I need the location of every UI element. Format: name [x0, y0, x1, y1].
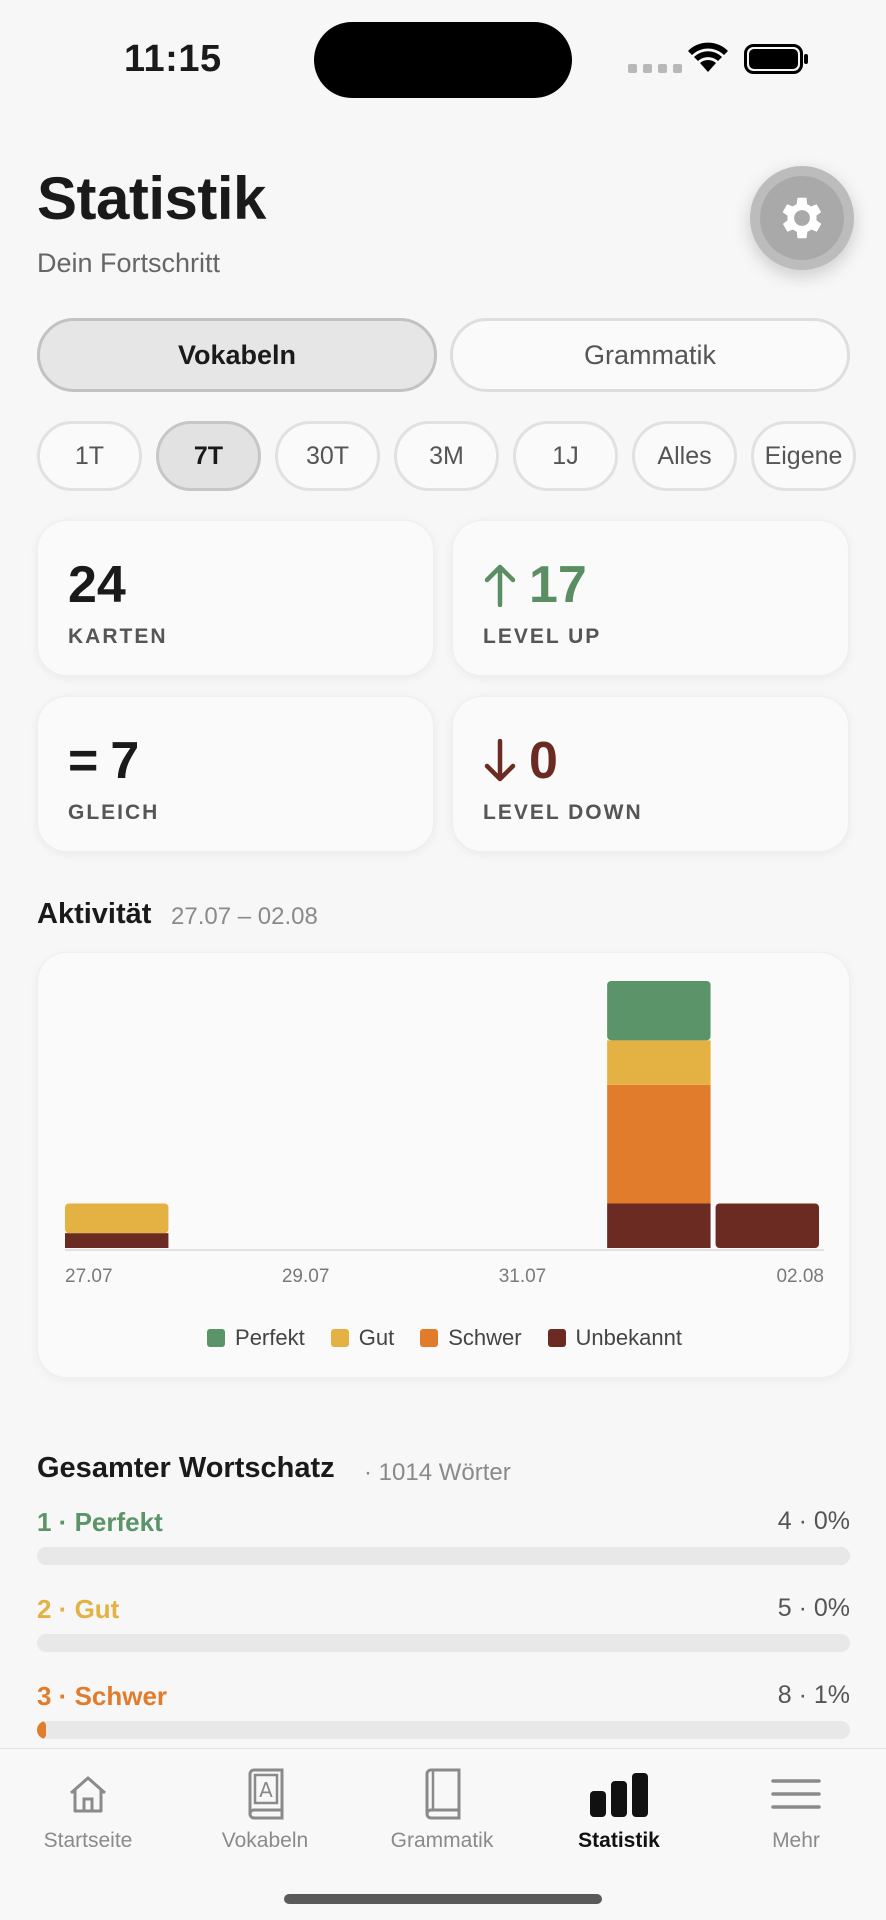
home-icon [70, 1776, 106, 1813]
stat-level-up-value: 17 [529, 556, 587, 614]
bar-chart-icon [590, 1773, 648, 1817]
svg-text:A: A [259, 1778, 273, 1802]
stat-level-down-label: LEVEL DOWN [483, 801, 643, 824]
stat-card-level-down: 0 LEVEL DOWN [452, 696, 849, 852]
range-1j[interactable]: 1J [513, 421, 618, 491]
range-30t[interactable]: 30T [275, 421, 380, 491]
arrow-down-icon [484, 739, 516, 782]
stat-gleich-value: 7 [110, 732, 140, 790]
battery-icon [744, 44, 808, 74]
vocabulary-level-row: 1 · Perfekt 4 · 0% [37, 1507, 850, 1567]
level-progress-track [37, 1721, 850, 1739]
cellular-signal-icon [628, 64, 682, 73]
tab-label: Statistik [578, 1829, 660, 1852]
level-progress-track [37, 1634, 850, 1652]
stat-value: 0 [483, 731, 558, 791]
stat-value: 24 [68, 555, 126, 615]
chart-x-tick-label: 02.08 [776, 1266, 824, 1287]
activity-title: Aktivität [37, 898, 152, 930]
chart-x-tick-label: 29.07 [282, 1266, 330, 1287]
legend-label: Unbekannt [575, 1325, 682, 1350]
stat-value: = 7 [68, 731, 139, 791]
page-title: Statistik [37, 165, 266, 232]
arrow-up-icon [484, 564, 516, 607]
tab-vokabeln[interactable]: A Vokabeln [185, 1749, 345, 1853]
legend-swatch [330, 1329, 349, 1347]
tab-label: Mehr [772, 1829, 820, 1852]
level-progress-fill [37, 1721, 46, 1739]
book-icon [425, 1768, 461, 1820]
chart-bar-unbekannt-02.08 [715, 1203, 819, 1248]
legend-swatch [420, 1329, 439, 1347]
segment-grammatik[interactable]: Grammatik [450, 318, 850, 392]
settings-button[interactable] [750, 166, 854, 270]
chart-legend: Perfekt Gut Schwer Unbekannt [38, 1325, 851, 1351]
range-3m[interactable]: 3M [394, 421, 499, 491]
range-7t[interactable]: 7T [156, 421, 261, 491]
legend-label: Schwer [448, 1325, 522, 1350]
stat-level-up-label: LEVEL UP [483, 625, 602, 648]
vocabulary-count: · 1014 Wörter [364, 1459, 511, 1486]
tab-label: Startseite [43, 1829, 133, 1852]
level-name: 2 · Gut [37, 1594, 120, 1624]
level-name: 1 · Perfekt [37, 1507, 163, 1537]
range-1t[interactable]: 1T [37, 421, 142, 491]
activity-chart: 27.07 29.07 31.07 02.08 Perfekt Gut Schwer Unb… [37, 952, 850, 1378]
activity-date-range: 27.07 – 02.08 [171, 903, 318, 930]
stat-card-gleich: = 7 GLEICH [37, 696, 434, 852]
stat-gleich-label: GLEICH [68, 801, 160, 824]
vocabulary-level-row: 2 · Gut 5 · 0% [37, 1594, 850, 1654]
range-eigene[interactable]: Eigene [751, 421, 856, 491]
chart-x-tick-label: 27.07 [65, 1266, 113, 1287]
tab-mehr[interactable]: Mehr [716, 1749, 876, 1853]
legend-swatch [547, 1329, 566, 1347]
legend-item-unbekannt: Unbekannt [547, 1325, 682, 1351]
chart-bar-gut-27.07 [65, 1203, 169, 1234]
legend-item-gut: Gut [330, 1325, 395, 1351]
legend-label: Gut [358, 1325, 395, 1350]
tab-statistik[interactable]: Statistik [539, 1749, 699, 1853]
level-name: 3 · Schwer [37, 1681, 168, 1711]
stat-card-level-up: 17 LEVEL UP [452, 520, 849, 676]
tab-label: Grammatik [390, 1829, 494, 1852]
legend-swatch [207, 1329, 226, 1347]
level-stat: 8 · 1% [777, 1681, 850, 1709]
home-indicator [284, 1894, 602, 1904]
status-time: 11:15 [124, 38, 222, 80]
legend-item-perfekt: Perfekt [207, 1325, 305, 1351]
chart-bar-unbekannt-27.07 [65, 1233, 169, 1248]
tab-grammatik[interactable]: Grammatik [362, 1749, 522, 1853]
menu-icon [771, 1779, 821, 1809]
legend-label: Perfekt [235, 1325, 305, 1350]
vocabulary-title: Gesamter Wortschatz [37, 1452, 335, 1484]
stat-karten-label: KARTEN [68, 625, 168, 648]
equals-icon: = [68, 732, 99, 790]
stat-value: 17 [483, 555, 587, 615]
legend-item-schwer: Schwer [420, 1325, 522, 1351]
tab-startseite[interactable]: Startseite [8, 1749, 168, 1853]
range-alles[interactable]: Alles [632, 421, 737, 491]
dynamic-island [314, 22, 572, 98]
wifi-icon [688, 42, 728, 72]
stat-card-karten: 24 KARTEN [37, 520, 434, 676]
activity-chart-svg: 27.07 29.07 31.07 02.08 [65, 981, 824, 1287]
vocabulary-level-row: 3 · Schwer 8 · 1% [37, 1681, 850, 1741]
page-subtitle: Dein Fortschritt [37, 248, 221, 278]
chart-bar-unbekannt-01.08 [607, 1203, 711, 1248]
chart-bar-gut-01.08 [607, 1040, 711, 1085]
chart-x-tick-label: 31.07 [499, 1266, 547, 1287]
status-bar: 11:15 [0, 0, 886, 110]
level-stat: 4 · 0% [777, 1507, 850, 1535]
tab-label: Vokabeln [221, 1829, 309, 1852]
stat-level-down-value: 0 [529, 732, 558, 790]
vocab-book-icon: A [248, 1768, 284, 1820]
segment-vokabeln[interactable]: Vokabeln [37, 318, 437, 392]
level-progress-track [37, 1547, 850, 1565]
level-stat: 5 · 0% [777, 1594, 850, 1622]
chart-bar-perfekt-01.08 [607, 981, 711, 1041]
stat-karten-value: 24 [68, 556, 126, 614]
time-range-selector: 1T 7T 30T 3M 1J Alles Eigene [37, 421, 856, 491]
gear-icon [782, 197, 822, 239]
chart-bar-schwer-01.08 [607, 1084, 711, 1204]
